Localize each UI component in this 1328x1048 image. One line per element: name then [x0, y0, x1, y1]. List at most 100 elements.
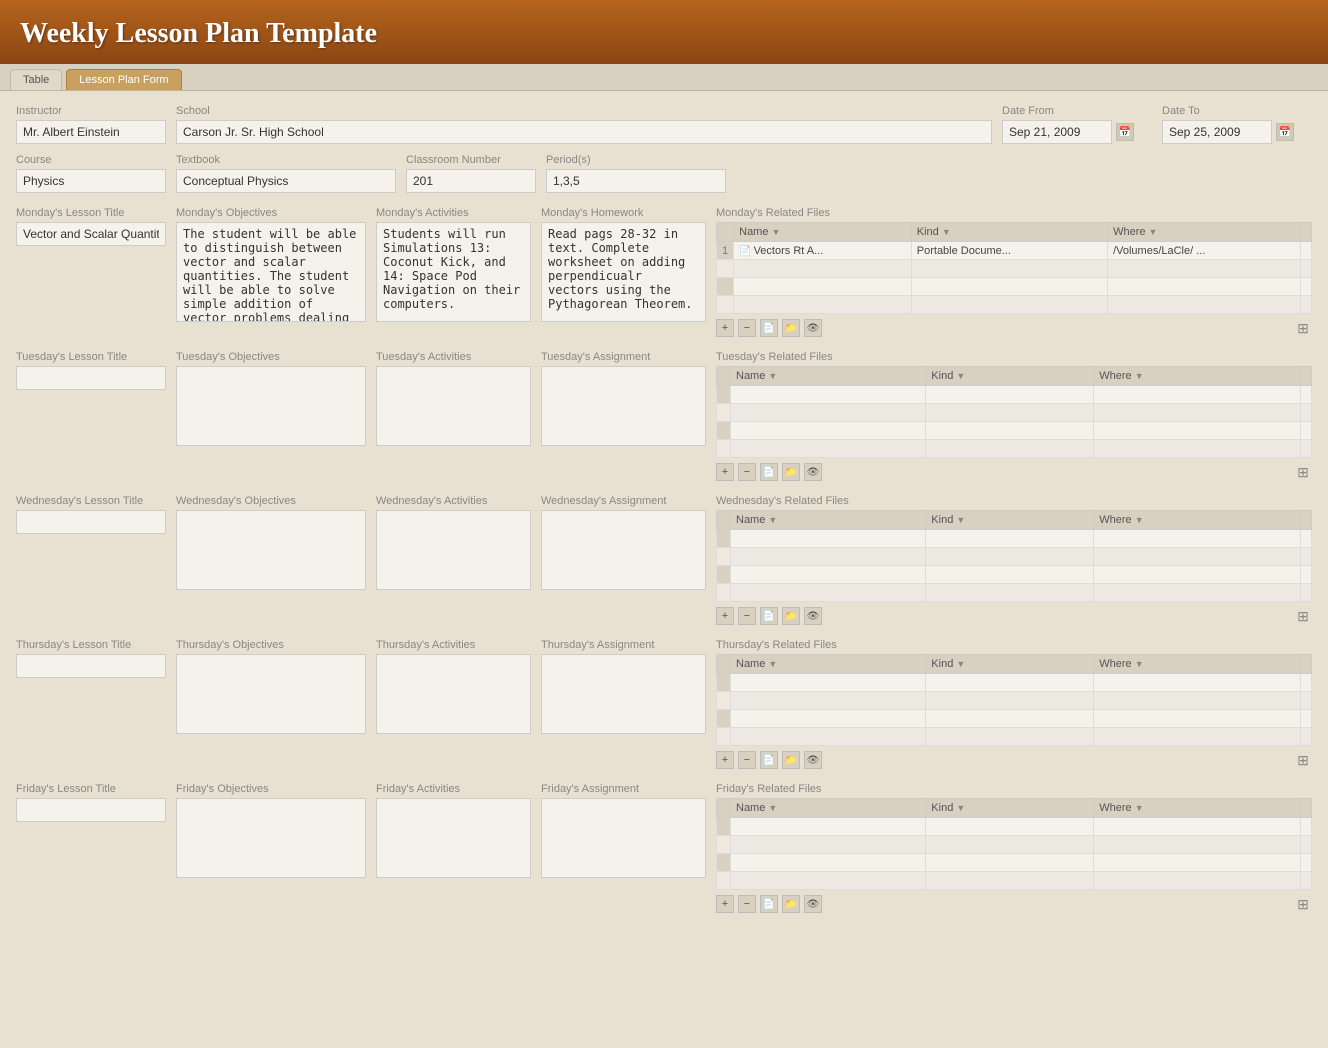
- thursday-hw-textarea[interactable]: [541, 654, 706, 734]
- wednesday-eye-button[interactable]: 👁: [804, 607, 822, 625]
- thursday-eye-button[interactable]: 👁: [804, 751, 822, 769]
- date-to-calendar-icon[interactable]: 📅: [1276, 123, 1294, 141]
- wednesday-act-label: Wednesday's Activities: [376, 495, 531, 507]
- friday-remove-button[interactable]: −: [738, 895, 756, 913]
- tuesday-remove-button[interactable]: −: [738, 463, 756, 481]
- friday-hw-textarea[interactable]: [541, 798, 706, 878]
- tuesday-obj-col: Tuesday's Objectives: [176, 351, 366, 449]
- monday-hw-col: Monday's Homework Read pags 28-32 in tex…: [541, 207, 706, 325]
- tuesday-newdoc-button[interactable]: 📄: [760, 463, 778, 481]
- wednesday-title-input[interactable]: [16, 510, 166, 534]
- monday-obj-textarea[interactable]: The student will be able to distinguish …: [176, 222, 366, 322]
- textbook-input[interactable]: [176, 169, 396, 193]
- thursday-title-label: Thursday's Lesson Title: [16, 639, 166, 651]
- friday-act-textarea[interactable]: [376, 798, 531, 878]
- monday-hw-textarea[interactable]: Read pags 28-32 in text. Complete worksh…: [541, 222, 706, 322]
- friday-grid-icon[interactable]: ⊞: [1294, 895, 1312, 913]
- monday-files-th-name[interactable]: Name ▼: [734, 223, 912, 242]
- friday-files-th-kind[interactable]: Kind ▼: [926, 799, 1094, 818]
- sort-arrow-name: ▼: [768, 803, 777, 813]
- wednesday-add-button[interactable]: +: [716, 607, 734, 625]
- thursday-files-th-kind[interactable]: Kind ▼: [926, 655, 1094, 674]
- monday-eye-button[interactable]: 👁: [804, 319, 822, 337]
- friday-title-input[interactable]: [16, 798, 166, 822]
- wednesday-files-th-name[interactable]: Name ▼: [731, 511, 926, 530]
- tuesday-title-col: Tuesday's Lesson Title: [16, 351, 166, 394]
- tuesday-obj-textarea[interactable]: [176, 366, 366, 446]
- friday-eye-button[interactable]: 👁: [804, 895, 822, 913]
- tab-lesson-plan-form[interactable]: Lesson Plan Form: [66, 69, 181, 90]
- monday-folder-button[interactable]: 📁: [782, 319, 800, 337]
- monday-title-input[interactable]: [16, 222, 166, 246]
- tuesday-act-textarea[interactable]: [376, 366, 531, 446]
- friday-files-table: Name ▼ Kind ▼ Where ▼: [716, 798, 1312, 890]
- tuesday-files-th-kind[interactable]: Kind ▼: [926, 367, 1094, 386]
- periods-input[interactable]: [546, 169, 726, 193]
- wednesday-row: Wednesday's Lesson Title Wednesday's Obj…: [16, 495, 1312, 627]
- thursday-act-textarea[interactable]: [376, 654, 531, 734]
- thursday-file-empty-row-4: [717, 728, 1312, 746]
- friday-files-th-name[interactable]: Name ▼: [731, 799, 926, 818]
- monday-grid-icon[interactable]: ⊞: [1294, 319, 1312, 337]
- friday-add-button[interactable]: +: [716, 895, 734, 913]
- friday-files-th-where[interactable]: Where ▼: [1094, 799, 1301, 818]
- thursday-title-input[interactable]: [16, 654, 166, 678]
- monday-act-textarea[interactable]: Students will run Simulations 13: Coconu…: [376, 222, 531, 322]
- friday-obj-textarea[interactable]: [176, 798, 366, 878]
- thursday-grid-icon[interactable]: ⊞: [1294, 751, 1312, 769]
- monday-files-th-kind[interactable]: Kind ▼: [911, 223, 1107, 242]
- wednesday-grid-icon[interactable]: ⊞: [1294, 607, 1312, 625]
- sort-arrow-where: ▼: [1135, 803, 1144, 813]
- thursday-folder-button[interactable]: 📁: [782, 751, 800, 769]
- monday-add-button[interactable]: +: [716, 319, 734, 337]
- tuesday-add-button[interactable]: +: [716, 463, 734, 481]
- date-from-calendar-icon[interactable]: 📅: [1116, 123, 1134, 141]
- instructor-input[interactable]: [16, 120, 166, 144]
- date-from-input[interactable]: [1002, 120, 1112, 144]
- wednesday-obj-textarea[interactable]: [176, 510, 366, 590]
- monday-act-col: Monday's Activities Students will run Si…: [376, 207, 531, 325]
- course-input[interactable]: [16, 169, 166, 193]
- date-from-label: Date From: [1002, 105, 1152, 117]
- monday-newdoc-button[interactable]: 📄: [760, 319, 778, 337]
- date-to-input[interactable]: [1162, 120, 1272, 144]
- thursday-newdoc-button[interactable]: 📄: [760, 751, 778, 769]
- tuesday-files-th-where[interactable]: Where ▼: [1094, 367, 1301, 386]
- sort-arrow-name: ▼: [768, 515, 777, 525]
- tuesday-files-label: Tuesday's Related Files: [716, 351, 1312, 363]
- school-input[interactable]: [176, 120, 992, 144]
- wednesday-hw-textarea[interactable]: [541, 510, 706, 590]
- tuesday-hw-textarea[interactable]: [541, 366, 706, 446]
- thursday-add-button[interactable]: +: [716, 751, 734, 769]
- thursday-files-th-where[interactable]: Where ▼: [1094, 655, 1301, 674]
- thursday-act-label: Thursday's Activities: [376, 639, 531, 651]
- wednesday-remove-button[interactable]: −: [738, 607, 756, 625]
- thursday-remove-button[interactable]: −: [738, 751, 756, 769]
- classroom-field-group: Classroom Number: [406, 154, 536, 193]
- friday-newdoc-button[interactable]: 📄: [760, 895, 778, 913]
- wednesday-newdoc-button[interactable]: 📄: [760, 607, 778, 625]
- wednesday-files-th-kind[interactable]: Kind ▼: [926, 511, 1094, 530]
- thursday-obj-textarea[interactable]: [176, 654, 366, 734]
- tuesday-files-th-name[interactable]: Name ▼: [731, 367, 926, 386]
- monday-files-col: Monday's Related Files Name ▼ Kind ▼ Whe…: [716, 207, 1312, 339]
- friday-file-empty-row-4: [717, 872, 1312, 890]
- monday-title-label: Monday's Lesson Title: [16, 207, 166, 219]
- thursday-files-th-name[interactable]: Name ▼: [731, 655, 926, 674]
- wednesday-files-th-where[interactable]: Where ▼: [1094, 511, 1301, 530]
- tuesday-title-input[interactable]: [16, 366, 166, 390]
- tuesday-eye-button[interactable]: 👁: [804, 463, 822, 481]
- wednesday-folder-button[interactable]: 📁: [782, 607, 800, 625]
- wednesday-files-col: Wednesday's Related Files Name ▼ Kind ▼ …: [716, 495, 1312, 627]
- monday-remove-button[interactable]: −: [738, 319, 756, 337]
- tuesday-folder-button[interactable]: 📁: [782, 463, 800, 481]
- tab-table[interactable]: Table: [10, 69, 62, 90]
- friday-folder-button[interactable]: 📁: [782, 895, 800, 913]
- tuesday-files-table: Name ▼ Kind ▼ Where ▼: [716, 366, 1312, 458]
- tuesday-hw-col: Tuesday's Assignment: [541, 351, 706, 449]
- wednesday-file-empty-row-3: [717, 566, 1312, 584]
- monday-files-th-where[interactable]: Where ▼: [1108, 223, 1301, 242]
- classroom-input[interactable]: [406, 169, 536, 193]
- tuesday-grid-icon[interactable]: ⊞: [1294, 463, 1312, 481]
- wednesday-act-textarea[interactable]: [376, 510, 531, 590]
